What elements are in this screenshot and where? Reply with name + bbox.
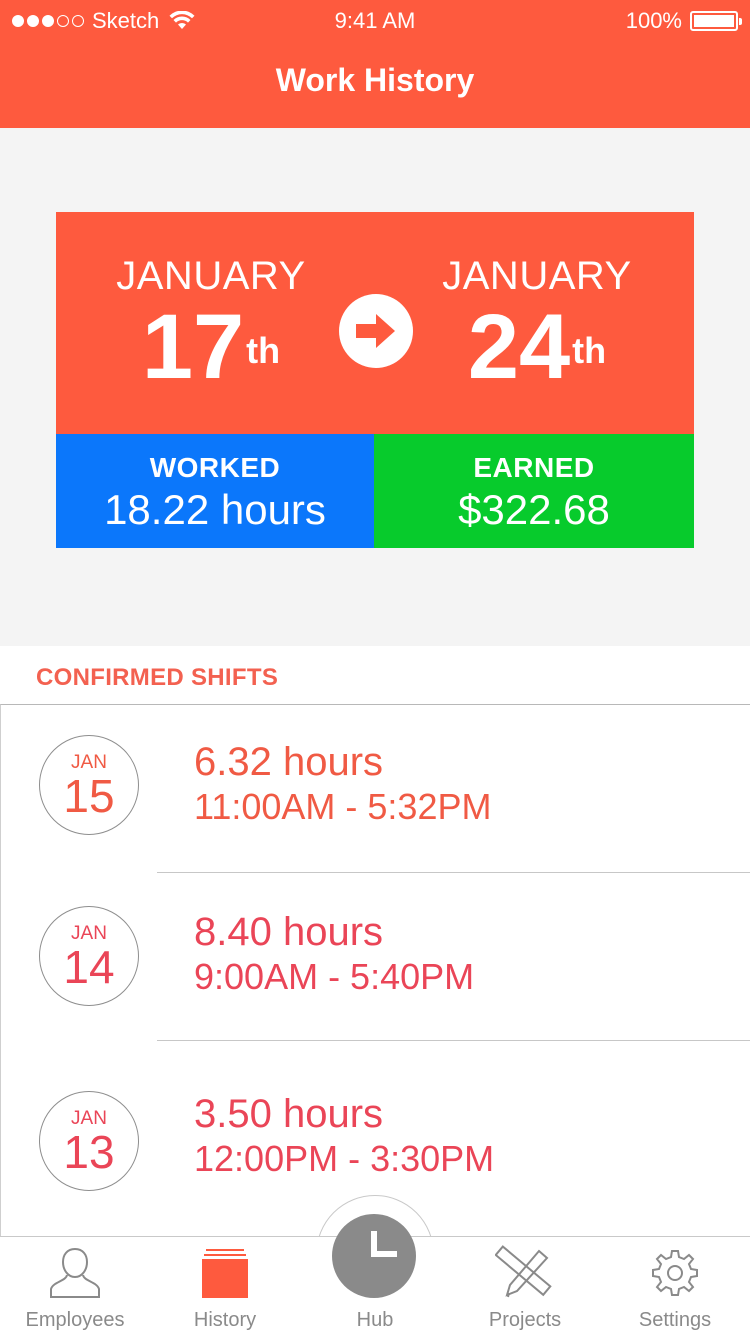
- start-month: JANUARY: [116, 254, 306, 298]
- section-title: CONFIRMED SHIFTS: [36, 664, 279, 691]
- end-month: JANUARY: [442, 254, 632, 298]
- header: Sketch 9:41 AM 100% Work History: [0, 0, 750, 128]
- worked-value: 18.22 hours: [104, 486, 326, 533]
- earned-label: EARNED: [473, 452, 595, 483]
- shift-details: 8.40 hours 9:00AM - 5:40PM: [194, 909, 474, 999]
- tab-label: Hub: [356, 1309, 394, 1331]
- date-badge: JAN 14: [39, 906, 139, 1006]
- shift-hours: 8.40 hours: [194, 910, 384, 954]
- arrow-right-icon: [339, 294, 413, 368]
- end-day: 24th: [467, 296, 607, 398]
- tab-label: Projects: [488, 1309, 562, 1331]
- earned-stat: EARNED $322.68: [374, 434, 694, 548]
- shift-time-range: 12:00PM - 3:30PM: [194, 1138, 495, 1179]
- clock-icon: [371, 1231, 397, 1257]
- date-badge: JAN 13: [39, 1091, 139, 1191]
- worked-label: WORKED: [149, 452, 281, 483]
- tab-history[interactable]: History: [150, 1237, 300, 1334]
- tab-projects[interactable]: Projects: [450, 1237, 600, 1334]
- start-day: 17th: [141, 296, 281, 398]
- tab-label: History: [193, 1309, 257, 1331]
- page-title: Work History: [275, 62, 475, 98]
- shift-details: 6.32 hours 11:00AM - 5:32PM: [194, 739, 491, 829]
- tab-employees[interactable]: Employees: [0, 1237, 150, 1334]
- shift-list: JAN 15 6.32 hours 11:00AM - 5:32PM JAN 1…: [0, 704, 750, 1236]
- list-item[interactable]: JAN 14 8.40 hours 9:00AM - 5:40PM: [1, 873, 750, 1041]
- status-bar: Sketch 9:41 AM 100%: [0, 0, 750, 40]
- section-header: CONFIRMED SHIFTS: [0, 646, 750, 704]
- shift-time-range: 9:00AM - 5:40PM: [194, 956, 475, 997]
- pencil-ruler-icon: [495, 1245, 552, 1298]
- date-badge: JAN 15: [39, 735, 139, 835]
- tab-label: Employees: [25, 1309, 125, 1331]
- start-date: JANUARY 17th: [86, 254, 336, 398]
- worked-stat: WORKED 18.22 hours: [56, 434, 374, 548]
- hub-button[interactable]: [332, 1214, 416, 1298]
- shift-details: 3.50 hours 12:00PM - 3:30PM: [194, 1091, 494, 1181]
- history-stack-icon: [202, 1249, 248, 1298]
- shift-time-range: 11:00AM - 5:32PM: [194, 786, 492, 827]
- shift-hours: 3.50 hours: [194, 1092, 384, 1136]
- tab-label: Settings: [638, 1309, 712, 1331]
- shift-hours: 6.32 hours: [194, 740, 384, 784]
- pay-period-card[interactable]: JANUARY 17th JANUARY 24th WORKED 18.22 h…: [56, 212, 694, 548]
- end-date: JANUARY 24th: [412, 254, 662, 398]
- date-range: JANUARY 17th JANUARY 24th: [56, 212, 694, 434]
- gear-icon: [652, 1250, 698, 1296]
- battery-info: 100%: [625, 8, 742, 34]
- earned-value: $322.68: [458, 486, 610, 533]
- battery-icon: [690, 11, 742, 31]
- tab-settings[interactable]: Settings: [600, 1237, 750, 1334]
- list-item[interactable]: JAN 15 6.32 hours 11:00AM - 5:32PM: [1, 705, 750, 873]
- person-icon: [50, 1247, 100, 1298]
- battery-percent: 100%: [625, 8, 682, 33]
